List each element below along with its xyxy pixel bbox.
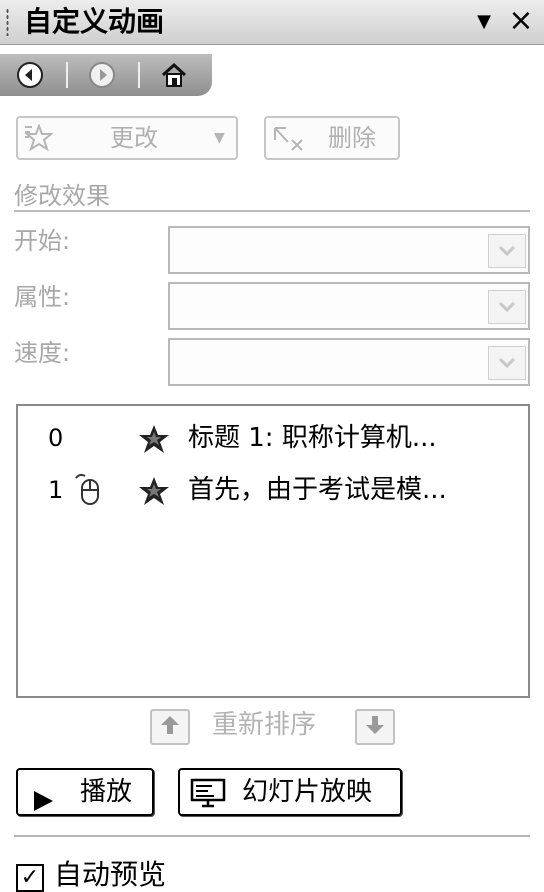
play-button[interactable]: 播放 <box>16 768 154 816</box>
pane-navigation-bar <box>0 54 212 96</box>
effect-description: 标题 1: 职称计算机... <box>188 423 437 453</box>
pane-title-bar: 自定义动画 ▼ × <box>0 0 544 45</box>
delete-effect-label: 删除 <box>328 124 376 152</box>
home-icon[interactable] <box>158 59 190 91</box>
pane-menu-icon[interactable]: ▼ <box>470 8 498 36</box>
effect-description: 首先，由于考试是模... <box>188 475 447 505</box>
arrow-up-icon <box>159 714 181 740</box>
entrance-star-icon <box>138 424 170 458</box>
chevron-down-icon: ▼ <box>214 130 225 146</box>
chevron-down-icon[interactable] <box>488 290 526 324</box>
change-effect-button[interactable]: 更改 ▼ <box>16 116 238 160</box>
forward-icon[interactable] <box>86 59 118 91</box>
bottom-divider <box>14 835 530 837</box>
start-select[interactable] <box>168 226 530 274</box>
play-label: 播放 <box>80 777 133 807</box>
entrance-star-icon <box>138 476 170 510</box>
custom-animation-pane: 自定义动画 ▼ × 更改 ▼ 删除 修改效果 开始: 属性: 速度: 0 标题 … <box>0 0 544 892</box>
speed-select[interactable] <box>168 338 530 386</box>
reorder-label: 重新排序 <box>212 710 317 740</box>
slideshow-icon <box>190 778 226 822</box>
nav-separator <box>138 62 140 88</box>
nav-separator <box>66 62 68 88</box>
mouse-click-icon <box>74 472 104 510</box>
effect-index: 0 <box>48 424 64 452</box>
slideshow-label: 幻灯片放映 <box>242 777 373 807</box>
chevron-down-icon[interactable] <box>488 234 526 268</box>
effect-index: 1 <box>48 476 64 504</box>
autopreview-label[interactable]: 自动预览 <box>54 858 166 892</box>
autopreview-checkbox[interactable]: ✓ <box>16 864 44 892</box>
delete-effect-button[interactable]: 删除 <box>264 116 400 160</box>
speed-label: 速度: <box>14 339 71 367</box>
property-label: 属性: <box>14 283 71 311</box>
property-select[interactable] <box>168 282 530 330</box>
change-effect-label: 更改 <box>110 124 158 152</box>
move-down-button[interactable] <box>355 709 395 745</box>
list-item[interactable]: 1 首先，由于考试是模... <box>18 470 528 510</box>
close-icon[interactable]: × <box>506 6 536 36</box>
list-item[interactable]: 0 标题 1: 职称计算机... <box>18 418 528 458</box>
modify-effect-heading: 修改效果 <box>14 182 110 210</box>
add-effect-star-icon <box>24 123 54 164</box>
slideshow-button[interactable]: 幻灯片放映 <box>178 768 402 816</box>
chevron-down-icon[interactable] <box>488 346 526 380</box>
arrow-down-icon <box>364 714 386 740</box>
drag-grip[interactable] <box>6 8 9 36</box>
pane-title: 自定义动画 <box>24 5 165 38</box>
delete-effect-icon <box>272 124 306 164</box>
section-divider <box>14 210 530 212</box>
play-icon <box>32 782 54 826</box>
move-up-button[interactable] <box>150 709 190 745</box>
back-icon[interactable] <box>14 59 46 91</box>
animation-effect-list[interactable]: 0 标题 1: 职称计算机... 1 首先，由于考试是模... <box>16 404 530 698</box>
start-label: 开始: <box>14 227 71 255</box>
